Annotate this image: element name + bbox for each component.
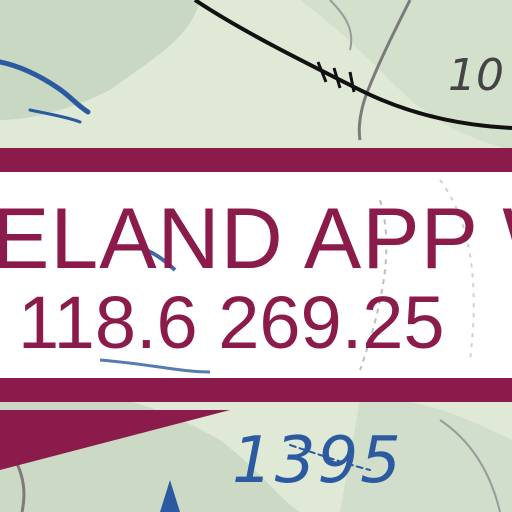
sectional-chart-map[interactable]: ELAND APP W 118.6 269.25 1395 10 <box>0 0 512 512</box>
elevation-figure: 1395 <box>232 424 403 498</box>
terrain-shade <box>0 0 200 120</box>
railroad-ticks <box>316 61 356 93</box>
frequency-values: 118.6 269.25 <box>18 281 445 364</box>
partial-number: 10 <box>448 50 504 101</box>
water-stream <box>28 108 82 124</box>
facility-name: ELAND APP W <box>0 191 512 287</box>
